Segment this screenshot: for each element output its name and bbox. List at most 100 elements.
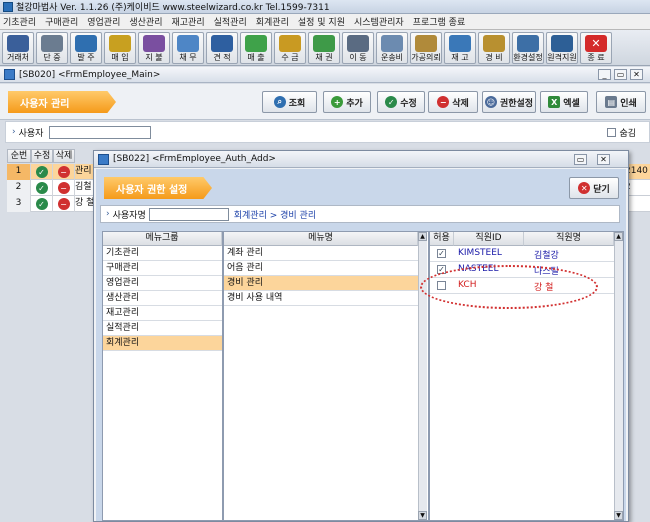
menu-name-header[interactable]: 메뉴명 (224, 232, 418, 246)
toolbar-button[interactable]: ✕ 종 료 (580, 32, 612, 64)
employee-row[interactable]: ✓ KIMSTEEL 김철강 (430, 246, 614, 262)
toolbar-button[interactable]: 경 비 (478, 32, 510, 64)
gear-icon (75, 35, 97, 52)
column-header-edit[interactable]: 수정 (31, 149, 53, 163)
excel-icon: X (548, 96, 561, 108)
toolbar-button[interactable]: 이 동 (342, 32, 374, 64)
menu-group-item-selected[interactable]: 회계관리 (103, 336, 222, 351)
menu-item-sysadmin[interactable]: 시스템관리자 (354, 15, 404, 28)
allow-header[interactable]: 허용 (430, 232, 454, 246)
permission-button[interactable]: ☺ 권한설정 (482, 91, 536, 113)
restore-icon[interactable]: ▭ (614, 69, 627, 80)
menu-group-item[interactable]: 생산관리 (103, 291, 222, 306)
allow-checkbox[interactable]: ✓ (437, 249, 446, 258)
toolbar-button[interactable]: 채 권 (308, 32, 340, 64)
toolbar-button[interactable]: 발 주 (70, 32, 102, 64)
menu-scrollbar[interactable]: ▲ ▼ (418, 232, 427, 520)
menu-group-item[interactable]: 기초관리 (103, 246, 222, 261)
close-icon: ✕ (578, 182, 591, 194)
menu-group-item[interactable]: 실적관리 (103, 321, 222, 336)
toolbar-button[interactable]: 채 무 (172, 32, 204, 64)
toolbar-button-label: 매 입 (111, 53, 129, 62)
app-titlebar: 철강마법사 Ver. 1.1.26 (주)케이비드 www.steelwizar… (0, 0, 650, 14)
scroll-down-icon[interactable]: ▼ (418, 511, 427, 520)
user-filter-input[interactable] (49, 125, 152, 139)
toolbar-button[interactable]: 매 입 (104, 32, 136, 64)
menu-group-item[interactable]: 재고관리 (103, 306, 222, 321)
employee-scrollbar[interactable]: ▲ ▼ (614, 232, 623, 520)
excel-button-label: 엑셀 (563, 98, 580, 109)
add-button[interactable]: + 추가 (323, 91, 371, 113)
close-dialog-icon[interactable]: ✕ (597, 154, 610, 165)
column-header-delete[interactable]: 삭제 (53, 149, 75, 163)
toolbar-button[interactable]: 견 적 (206, 32, 238, 64)
menu-item-exit[interactable]: 프로그램 종료 (413, 15, 466, 28)
menu-item-settings[interactable]: 설정 및 지원 (298, 15, 345, 28)
search-button-label: 조회 (288, 98, 306, 109)
scroll-up-icon[interactable]: ▲ (418, 232, 427, 241)
delete-button[interactable]: − 삭제 (428, 91, 478, 113)
hide-checkbox[interactable] (607, 127, 617, 137)
edit-button[interactable]: ✓ 수정 (377, 91, 425, 113)
menu-group-header[interactable]: 메뉴그룹 (103, 232, 222, 246)
toolbar-button[interactable]: 환경설정 (512, 32, 544, 64)
menu-item-basic[interactable]: 기초관리 (3, 15, 36, 28)
dialog-close-label: 닫기 (593, 184, 610, 195)
menu-name-item[interactable]: 경비 사용 내역 (224, 291, 418, 306)
menu-path-breadcrumb: 회계관리 > 경비 관리 (233, 210, 317, 221)
menu-item-inventory[interactable]: 재고관리 (172, 15, 205, 28)
dialog-close-button[interactable]: ✕ 닫기 (569, 177, 619, 199)
dialog-title: [SB022] <FrmEmployee_Auth_Add> (113, 154, 276, 164)
plus-icon: + (331, 96, 344, 108)
row-delete-icon[interactable]: − (53, 196, 75, 212)
main-window-titlebar: [SB020] <FrmEmployee_Main> _ ▭ ✕ (0, 67, 650, 83)
restore-icon[interactable]: ▭ (574, 154, 587, 165)
toolbar-button[interactable]: 단 중 (36, 32, 68, 64)
user-filter-label: 사용자 (18, 128, 44, 139)
toolbar-button-label: 채 권 (315, 53, 333, 62)
toolbar-button[interactable]: 원격지원 (546, 32, 578, 64)
monitor-icon (551, 35, 573, 52)
person-icon: ☺ (484, 96, 497, 108)
add-button-label: 추가 (346, 98, 363, 109)
dialog-body: 사용자 권한 설정 ✕ 닫기 › 사용자명 회계관리 > 경비 관리 메뉴그룹 … (96, 169, 626, 521)
menu-item-production[interactable]: 생산관리 (129, 15, 162, 28)
minimize-icon[interactable]: _ (598, 69, 611, 80)
menu-name-item[interactable]: 계좌 관리 (224, 246, 418, 261)
toolbar-button-label: 환경설정 (513, 53, 543, 62)
toolbar-button[interactable]: 수 금 (274, 32, 306, 64)
menu-item-performance[interactable]: 실적관리 (214, 15, 247, 28)
toolbar-button[interactable]: 가공의뢰 (410, 32, 442, 64)
toolbar-button[interactable]: 매 출 (240, 32, 272, 64)
employee-id-header[interactable]: 직원ID (454, 232, 524, 246)
employee-name-header[interactable]: 직원명 (524, 232, 614, 246)
toolbar-button[interactable]: 재 고 (444, 32, 476, 64)
menu-item-sales[interactable]: 영업관리 (87, 15, 120, 28)
menu-item-accounting[interactable]: 회계관리 (256, 15, 289, 28)
search-button[interactable]: ⌕ 조회 (262, 91, 317, 113)
main-action-bar: 사용자 관리 ⌕ 조회 + 추가 ✓ 수정 − 삭제 ☺ 권한설정 X 엑셀 ▤… (0, 84, 650, 120)
scroll-down-icon[interactable]: ▼ (614, 511, 623, 520)
toolbar-button-label: 수 금 (281, 53, 299, 62)
toolbar-button-label: 경 비 (485, 53, 503, 62)
column-header-no[interactable]: 순번 (7, 149, 31, 163)
toolbar-button[interactable]: 지 불 (138, 32, 170, 64)
menu-item-purchase[interactable]: 구매관리 (45, 15, 78, 28)
check-icon: ✓ (385, 96, 398, 108)
row-delete-icon[interactable]: − (53, 180, 75, 196)
row-edit-icon[interactable]: ✓ (31, 180, 53, 196)
scroll-up-icon[interactable]: ▲ (614, 232, 623, 241)
toolbar-button[interactable]: 거래처 (2, 32, 34, 64)
print-button[interactable]: ▤ 인쇄 (596, 91, 646, 113)
excel-button[interactable]: X 엑셀 (540, 91, 588, 113)
menu-group-item[interactable]: 구매관리 (103, 261, 222, 276)
row-edit-icon[interactable]: ✓ (31, 196, 53, 212)
close-window-icon[interactable]: ✕ (630, 69, 643, 80)
toolbar-button[interactable]: 운송비 (376, 32, 408, 64)
row-delete-icon[interactable]: − (53, 164, 75, 180)
username-input[interactable] (148, 207, 229, 221)
menu-name-item-selected[interactable]: 경비 관리 (224, 276, 418, 291)
menu-name-item[interactable]: 어음 관리 (224, 261, 418, 276)
row-edit-icon[interactable]: ✓ (31, 164, 53, 180)
menu-group-item[interactable]: 영업관리 (103, 276, 222, 291)
